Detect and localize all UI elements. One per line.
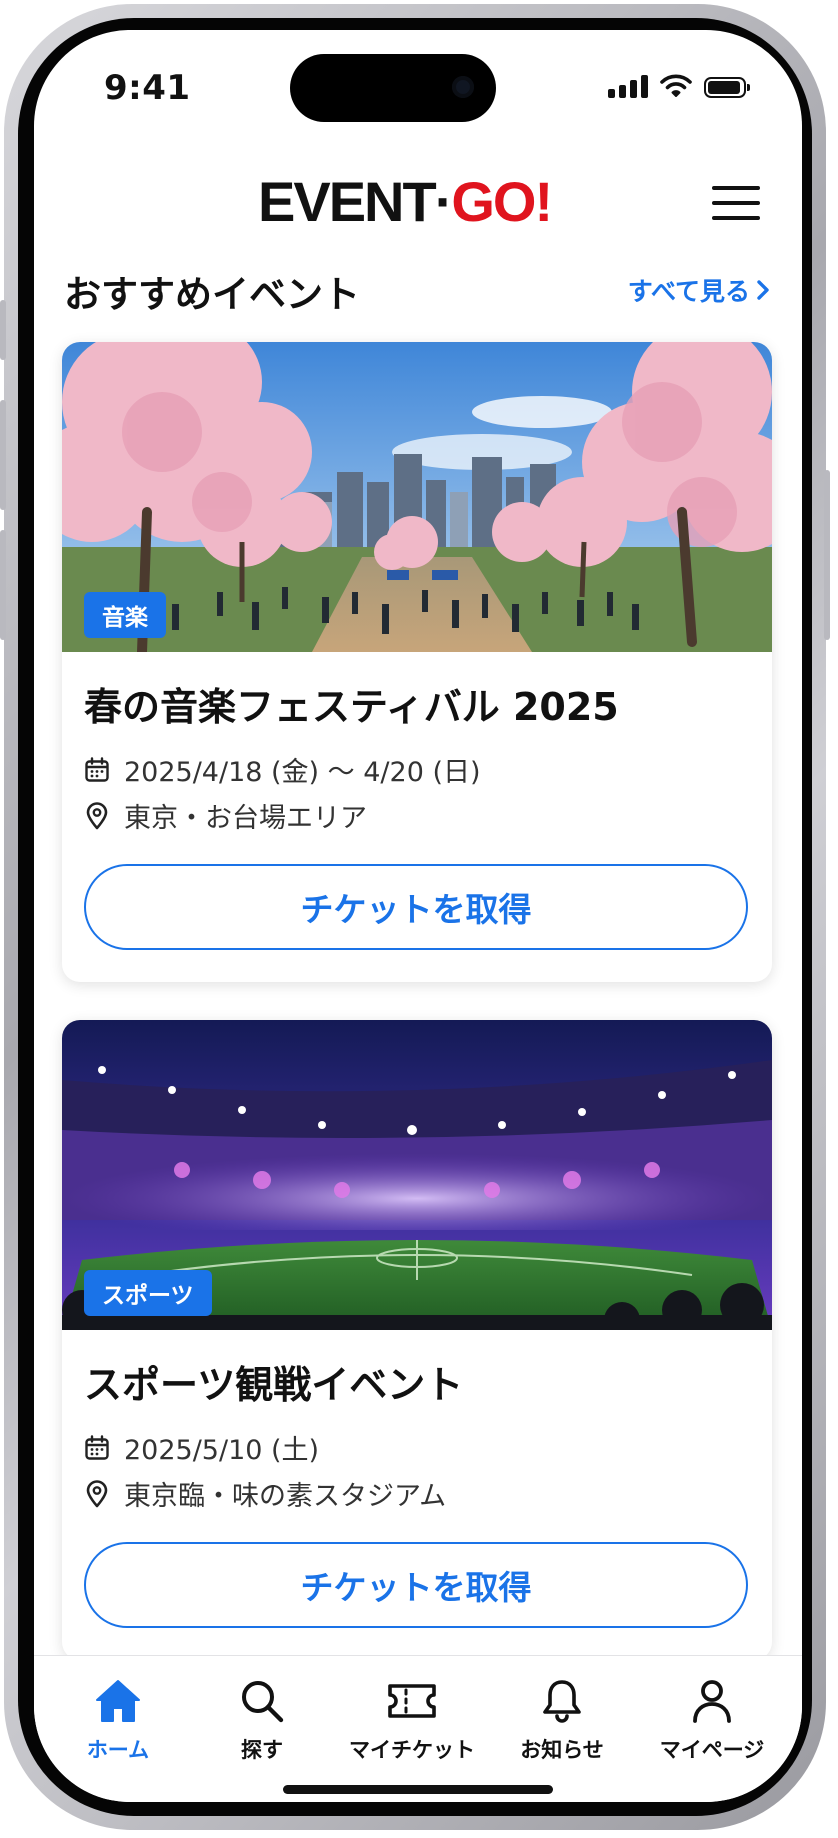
tab-search[interactable]: 探す xyxy=(192,1678,332,1764)
category-tag: 音楽 xyxy=(84,592,166,638)
search-icon xyxy=(242,1681,284,1723)
cellular-signal-icon xyxy=(608,74,648,98)
app-screen: 9:41 EVENT·GO! おすすめイベント すべて見る 音楽 春の音楽フェス… xyxy=(34,30,802,1802)
calendar-icon xyxy=(85,756,109,782)
category-tag: スポーツ xyxy=(84,1270,212,1316)
side-button-left-1 xyxy=(0,300,6,360)
bottom-tab-bar: ホーム 探す マイチケット お知らせ マイページ xyxy=(34,1655,802,1802)
event-title: スポーツ観戦イベント xyxy=(84,1363,464,1407)
hamburger-menu-icon[interactable] xyxy=(712,186,760,220)
event-date-row: 2025/4/18 (金) 〜 4/20 (日) xyxy=(84,750,481,789)
calendar-icon xyxy=(85,1434,109,1460)
event-location-row: 東京臨・味の素スタジアム xyxy=(84,1474,446,1513)
bell-icon xyxy=(543,1680,581,1723)
event-date: 2025/4/18 (金) 〜 4/20 (日) xyxy=(124,757,481,788)
logo-text-event: EVENT xyxy=(258,170,437,233)
app-logo[interactable]: EVENT·GO! xyxy=(258,174,553,230)
see-all-link[interactable]: すべて見る xyxy=(628,272,770,308)
see-all-label: すべて見る xyxy=(627,277,750,306)
tab-label: お知らせ xyxy=(520,1738,604,1762)
event-location: 東京・お台場エリア xyxy=(124,803,367,834)
person-icon xyxy=(693,1680,731,1723)
location-pin-icon xyxy=(86,801,108,829)
side-button-right xyxy=(824,470,830,640)
status-bar: 9:41 xyxy=(34,30,802,150)
tab-label: 探す xyxy=(241,1738,283,1762)
event-image-stadium: スポーツ xyxy=(62,1020,772,1330)
home-indicator[interactable] xyxy=(283,1785,553,1794)
event-location: 東京臨・味の素スタジアム xyxy=(124,1481,447,1512)
event-date: 2025/5/10 (土) xyxy=(124,1435,320,1466)
tab-label: ホーム xyxy=(86,1738,150,1762)
status-icons xyxy=(608,74,750,98)
event-title: 春の音楽フェスティバル 2025 xyxy=(84,685,619,729)
side-button-left-2 xyxy=(0,400,6,510)
battery-icon xyxy=(704,77,750,98)
tab-my-page[interactable]: マイページ xyxy=(642,1678,782,1764)
tab-notifications[interactable]: お知らせ xyxy=(492,1678,632,1764)
app-header: EVENT·GO! xyxy=(34,150,802,250)
status-time: 9:41 xyxy=(104,68,191,108)
tab-home[interactable]: ホーム xyxy=(48,1678,188,1764)
location-pin-icon xyxy=(86,1479,108,1507)
ticket-icon xyxy=(388,1684,436,1718)
event-card[interactable]: 音楽 春の音楽フェスティバル 2025 2025/4/18 (金) 〜 4/20… xyxy=(62,342,772,982)
event-date-row: 2025/5/10 (土) xyxy=(84,1428,319,1467)
logo-text-go: GO! xyxy=(451,170,553,233)
tab-my-tickets[interactable]: マイチケット xyxy=(342,1678,482,1764)
recommended-section-header: おすすめイベント すべて見る xyxy=(34,258,802,318)
event-location-row: 東京・お台場エリア xyxy=(84,796,367,835)
tab-label: マイチケット xyxy=(349,1738,475,1762)
event-image-cherry-blossom: 音楽 xyxy=(62,342,772,652)
get-ticket-button[interactable]: チケットを取得 xyxy=(84,864,748,950)
side-button-left-3 xyxy=(0,530,6,640)
dynamic-island xyxy=(290,54,496,122)
chevron-right-icon xyxy=(757,280,769,300)
camera-icon xyxy=(452,76,474,98)
wifi-icon xyxy=(660,74,692,97)
logo-dot: · xyxy=(434,170,454,233)
home-icon xyxy=(96,1680,140,1722)
get-ticket-button[interactable]: チケットを取得 xyxy=(84,1542,748,1628)
tab-label: マイページ xyxy=(659,1738,765,1762)
section-title: おすすめイベント xyxy=(64,273,360,316)
event-card[interactable]: スポーツ スポーツ観戦イベント 2025/5/10 (土) 東京臨・味の素スタジ… xyxy=(62,1020,772,1660)
